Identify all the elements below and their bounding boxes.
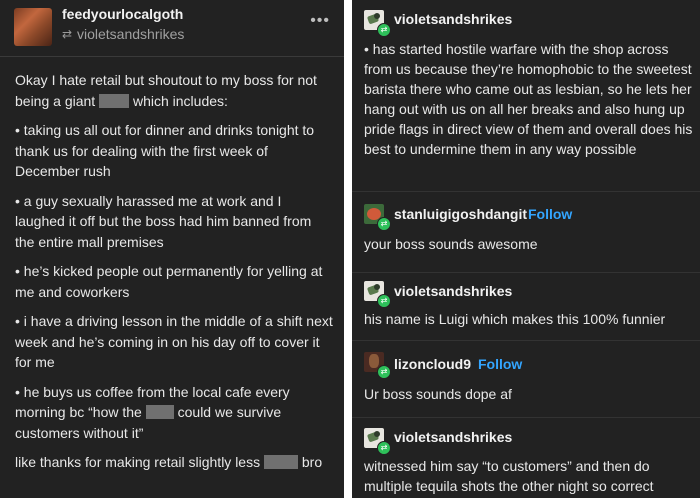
- thread-username[interactable]: violetsandshrikes: [394, 283, 512, 299]
- post-intro: Okay I hate retail but shoutout to my bo…: [15, 72, 317, 109]
- post-body: Okay I hate retail but shoutout to my bo…: [15, 70, 333, 482]
- post-username[interactable]: feedyourlocalgoth: [62, 6, 183, 22]
- reblog-icon: ⇄: [377, 365, 391, 379]
- thread-entry: ⇄ violetsandshrikes witnessed him say “t…: [352, 418, 700, 498]
- list-item: • taking us all out for dinner and drink…: [15, 122, 315, 179]
- avatar[interactable]: ⇄: [364, 10, 391, 37]
- thread-entry: ⇄ stanluigigoshdangit Follow your boss s…: [352, 192, 700, 273]
- avatar[interactable]: ⇄: [364, 281, 391, 308]
- follow-button[interactable]: Follow: [478, 356, 522, 372]
- thread-text: your boss sounds awesome: [364, 236, 538, 252]
- redaction-block: [99, 93, 130, 108]
- thread-entry: ⇄ lizoncloud9 Follow Ur boss sounds dope…: [352, 341, 700, 418]
- avatar[interactable]: ⇄: [364, 428, 391, 455]
- follow-button[interactable]: Follow: [528, 206, 572, 222]
- list-item: • i have a driving lesson in the middle …: [15, 313, 333, 370]
- reblog-icon: ⇄: [377, 217, 391, 231]
- thread-username[interactable]: stanluigigoshdangit: [394, 206, 527, 222]
- redaction-block: [264, 455, 298, 469]
- reblog-icon: ⇄: [377, 294, 391, 308]
- more-options-icon[interactable]: •••: [310, 12, 330, 30]
- left-post-panel: feedyourlocalgoth ⇄ violetsandshrikes ••…: [0, 0, 344, 498]
- thread-entry: ⇄ violetsandshrikes • has started hostil…: [352, 0, 700, 192]
- avatar[interactable]: ⇄: [364, 352, 391, 379]
- redaction-block: [145, 405, 174, 419]
- list-item: • he buys us coffee from the local cafe …: [15, 383, 290, 441]
- reblog-icon: ⇄: [62, 27, 73, 41]
- user-avatar[interactable]: [14, 8, 52, 46]
- thread-text: his name is Luigi which makes this 100% …: [364, 311, 666, 327]
- reblog-thread-panel: ⇄ violetsandshrikes • has started hostil…: [352, 0, 700, 498]
- reblog-icon: ⇄: [377, 23, 391, 37]
- thread-username[interactable]: lizoncloud9: [394, 356, 471, 372]
- avatar[interactable]: ⇄: [364, 204, 391, 231]
- thread-text: • has started hostile warfare with the s…: [364, 41, 693, 157]
- list-item: • a guy sexually harassed me at work and…: [15, 192, 312, 250]
- post-header: feedyourlocalgoth ⇄ violetsandshrikes ••…: [0, 0, 344, 57]
- list-item: • he’s kicked people out permanently for…: [15, 263, 323, 300]
- reblog-icon: ⇄: [377, 441, 391, 455]
- thread-text: witnessed him say “to customers” and the…: [364, 458, 654, 494]
- thread-username[interactable]: violetsandshrikes: [394, 429, 512, 445]
- thread-entry: ⇄ violetsandshrikes his name is Luigi wh…: [352, 273, 700, 341]
- reblogged-from-username[interactable]: violetsandshrikes: [77, 26, 184, 42]
- thread-text: Ur boss sounds dope af: [364, 386, 512, 402]
- post-closing: like thanks for making retail slightly l…: [15, 454, 323, 470]
- thread-username[interactable]: violetsandshrikes: [394, 11, 512, 27]
